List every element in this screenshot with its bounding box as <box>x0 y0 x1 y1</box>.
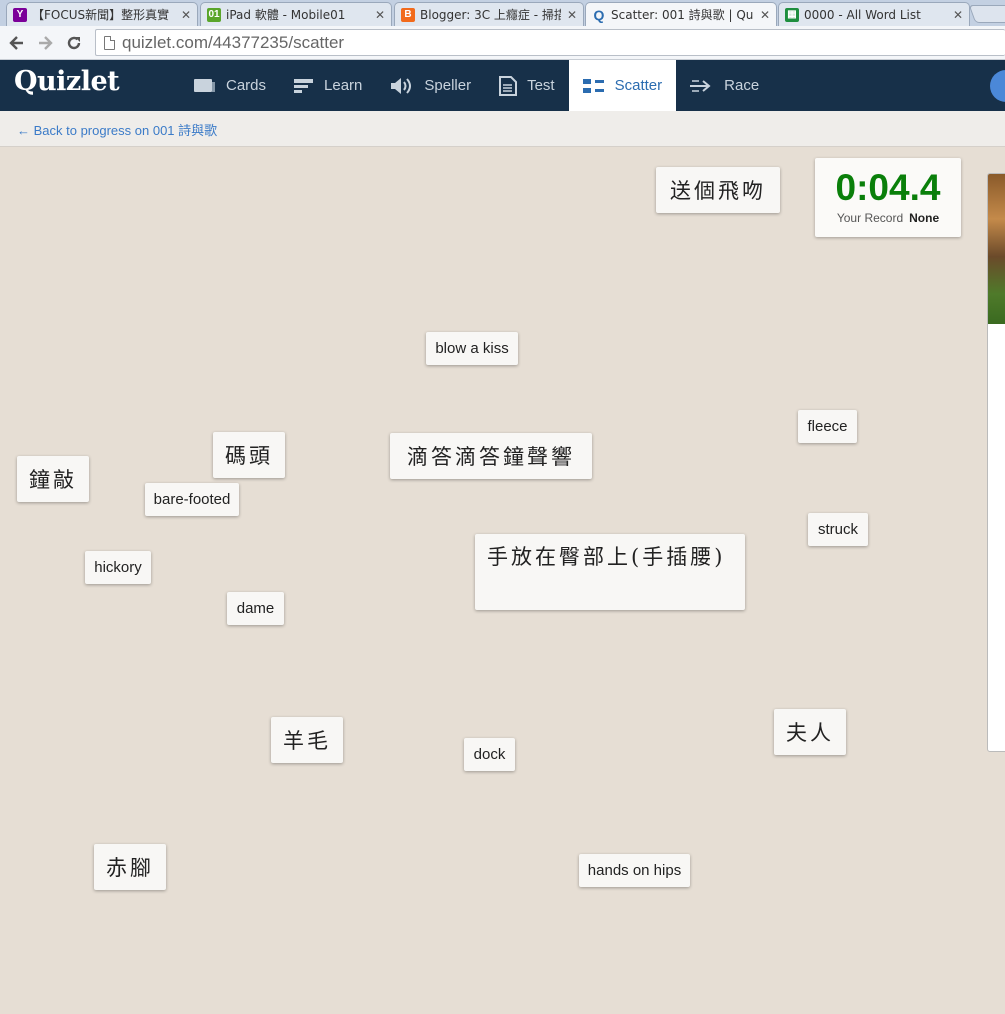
scatter-card[interactable]: hickory <box>85 551 151 584</box>
yahoo-icon: Y <box>13 7 27 22</box>
tab-label: Speller <box>424 77 472 94</box>
tab-title: 【FOCUS新聞】整形真實 <box>32 8 170 22</box>
tab-learn[interactable]: Learn <box>280 60 376 111</box>
tab-title: Scatter: 001 詩與歌 | Quiz <box>611 8 754 22</box>
tab-label: Test <box>527 77 555 94</box>
scatter-card[interactable]: 碼頭 <box>213 432 285 478</box>
close-icon[interactable]: ✕ <box>953 8 963 22</box>
sheets-icon: ▦ <box>785 7 799 22</box>
browser-tab-focus[interactable]: Y 【FOCUS新聞】整形真實 ✕ <box>6 2 198 26</box>
tab-label: Cards <box>226 77 267 94</box>
side-panel <box>987 173 1005 752</box>
tab-title: 0000 - All Word List <box>804 7 921 22</box>
tab-title: iPad 軟體 - Mobile01 <box>226 8 346 22</box>
scatter-card[interactable]: struck <box>808 513 868 546</box>
test-icon <box>499 75 518 96</box>
timer-value: 0:04.4 <box>835 167 941 208</box>
back-to-progress-link[interactable]: ← Back to progress on 001 詩與歌 <box>17 120 217 139</box>
scatter-card[interactable]: 滴答滴答鐘聲響 <box>390 433 592 479</box>
browser-tab-strip: Y 【FOCUS新聞】整形真實 ✕ 01 iPad 軟體 - Mobile01 … <box>0 0 1005 26</box>
record-value: None <box>909 211 940 225</box>
tab-scatter[interactable]: Scatter <box>568 60 677 111</box>
reload-icon[interactable] <box>63 32 85 54</box>
scatter-card[interactable]: 夫人 <box>774 709 846 755</box>
race-icon <box>690 79 711 92</box>
new-tab-button[interactable] <box>968 5 1005 23</box>
scatter-card[interactable]: hands on hips <box>579 854 690 887</box>
scatter-card[interactable]: bare-footed <box>145 483 239 516</box>
browser-tab-wordlist[interactable]: ▦ 0000 - All Word List ✕ <box>778 2 970 26</box>
close-icon[interactable]: ✕ <box>567 8 577 22</box>
tab-label: Scatter <box>614 77 663 94</box>
scatter-card[interactable]: 送個飛吻 <box>656 167 780 213</box>
tab-race[interactable]: Race <box>676 60 773 111</box>
browser-tab-scatter[interactable]: Q Scatter: 001 詩與歌 | Quiz ✕ <box>585 2 777 26</box>
mobile01-icon: 01 <box>207 7 221 22</box>
quizlet-icon: Q <box>593 6 605 23</box>
scatter-card[interactable]: 赤腳 <box>94 844 166 890</box>
scatter-icon <box>582 78 604 93</box>
scatter-card[interactable]: dame <box>227 592 284 625</box>
study-mode-nav: Cards Learn Speller Test Scatter Race <box>180 60 773 111</box>
timer-panel: 0:04.4 Your Record None <box>815 158 961 237</box>
scatter-card[interactable]: 羊毛 <box>271 717 343 763</box>
learn-icon <box>294 78 314 93</box>
browser-tab-mobile01[interactable]: 01 iPad 軟體 - Mobile01 ✕ <box>200 2 392 26</box>
url-text: quizlet.com/44377235/scatter <box>122 32 345 52</box>
close-icon[interactable]: ✕ <box>760 8 770 22</box>
close-icon[interactable]: ✕ <box>375 8 385 22</box>
record-label: Your Record <box>836 211 904 225</box>
forward-arrow-icon[interactable] <box>34 32 56 54</box>
cards-icon <box>194 78 215 92</box>
browser-toolbar: quizlet.com/44377235/scatter <box>0 26 1005 60</box>
speaker-icon <box>391 77 412 94</box>
blogger-icon: B <box>401 7 415 22</box>
quizlet-logo[interactable]: Quizlet <box>14 66 120 97</box>
scatter-card[interactable]: 手放在臀部上(手插腰) <box>475 534 745 610</box>
browser-tab-blogger[interactable]: B Blogger: 3C 上癮症 - 掃描 ✕ <box>394 2 584 26</box>
tab-test[interactable]: Test <box>485 60 569 111</box>
scatter-card[interactable]: fleece <box>798 410 857 443</box>
scatter-card[interactable]: 鐘敲 <box>17 456 89 502</box>
scatter-card[interactable]: blow a kiss <box>426 332 518 365</box>
address-bar[interactable]: quizlet.com/44377235/scatter <box>95 29 1005 56</box>
record-line: Your Record None <box>815 211 961 225</box>
tab-title: Blogger: 3C 上癮症 - 掃描 <box>420 8 561 22</box>
quizlet-header: Quizlet Cards Learn Speller Test Scatter… <box>0 60 1005 111</box>
subbar: ← Back to progress on 001 詩與歌 <box>0 111 1005 147</box>
close-icon[interactable]: ✕ <box>181 8 191 22</box>
scatter-card[interactable]: dock <box>464 738 515 771</box>
tab-label: Learn <box>324 77 363 94</box>
back-arrow-icon[interactable] <box>6 32 28 54</box>
page-icon <box>104 35 115 50</box>
tab-speller[interactable]: Speller <box>376 60 485 111</box>
side-photo <box>988 174 1005 324</box>
tab-cards[interactable]: Cards <box>180 60 280 111</box>
tab-label: Race <box>724 77 760 94</box>
